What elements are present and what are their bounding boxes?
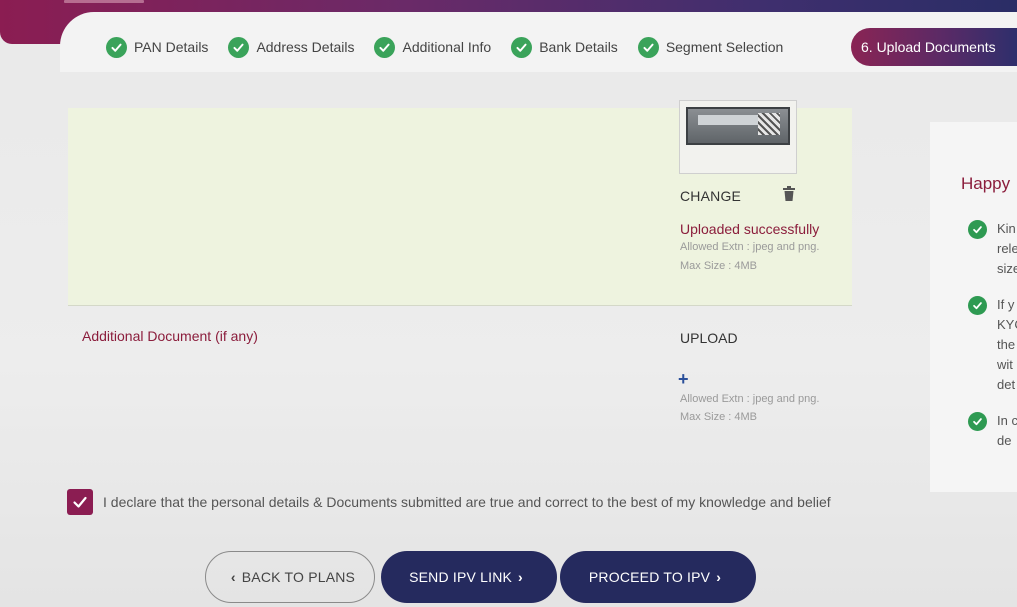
check-circle-icon xyxy=(511,36,533,58)
upload-status-text: Uploaded successfully xyxy=(680,221,820,237)
change-document-button[interactable]: CHANGE xyxy=(680,188,741,204)
uploaded-document-thumbnail[interactable] xyxy=(679,100,797,174)
check-circle-icon xyxy=(637,36,659,58)
check-circle-icon xyxy=(374,36,396,58)
check-circle-icon xyxy=(968,296,987,315)
step-upload-documents[interactable]: 6. Upload Documents xyxy=(851,28,1017,66)
allowed-extension-hint: Allowed Extn : jpeg and png. xyxy=(680,393,820,405)
plus-icon[interactable]: + xyxy=(678,370,689,388)
divider xyxy=(68,305,852,306)
check-circle-icon xyxy=(968,220,987,239)
step-pan-details[interactable]: PAN Details xyxy=(96,28,218,66)
back-button-label: BACK TO PLANS xyxy=(241,569,356,585)
document-text-band xyxy=(698,115,758,125)
chevron-right-icon: › xyxy=(716,569,722,585)
info-item-text: Kin rele size xyxy=(997,221,1017,276)
send-ipv-label: SEND IPV LINK xyxy=(409,569,513,585)
step-segment-selection[interactable]: Segment Selection xyxy=(628,28,794,66)
step-additional-info[interactable]: Additional Info xyxy=(364,28,501,66)
declaration-text: I declare that the personal details & Do… xyxy=(103,494,831,510)
step-label: PAN Details xyxy=(134,39,209,55)
step-label: Address Details xyxy=(256,39,355,55)
check-circle-icon xyxy=(968,412,987,431)
check-circle-icon xyxy=(228,36,250,58)
info-card-title: Happy xyxy=(961,174,1011,193)
document-qr-code xyxy=(758,113,780,135)
declaration-checkbox[interactable] xyxy=(67,489,93,515)
additional-document-label: Additional Document (if any) xyxy=(82,328,258,344)
step-label: 6. Upload Documents xyxy=(861,39,996,55)
proceed-label: PROCEED TO IPV xyxy=(588,569,711,585)
checkmark-icon xyxy=(73,496,87,508)
step-address-details[interactable]: Address Details xyxy=(218,28,364,66)
trash-icon[interactable] xyxy=(782,186,796,202)
allowed-extension-hint: Allowed Extn : jpeg and png. xyxy=(680,241,820,253)
chevron-left-icon: ‹ xyxy=(230,569,236,585)
brand-logo-fragment xyxy=(64,0,144,3)
max-size-hint: Max Size : 4MB xyxy=(680,260,758,272)
step-label: Additional Info xyxy=(402,39,492,55)
info-item-text: If y KYC the wit det xyxy=(997,297,1017,392)
upload-additional-button[interactable]: UPLOAD xyxy=(680,330,738,346)
step-label: Bank Details xyxy=(539,39,618,55)
step-bank-details[interactable]: Bank Details xyxy=(501,28,628,66)
proceed-to-ipv-button[interactable]: PROCEED TO IPV › xyxy=(560,551,756,603)
info-item-text: In c de xyxy=(997,413,1017,448)
info-card: Happy Kin rele size If y KYC the wit det… xyxy=(930,122,1017,492)
max-size-hint: Max Size : 4MB xyxy=(680,411,758,423)
progress-stepper: PAN Details Address Details Additional I… xyxy=(96,28,1017,66)
send-ipv-link-button[interactable]: SEND IPV LINK › xyxy=(381,551,557,603)
chevron-right-icon: › xyxy=(518,569,523,585)
check-circle-icon xyxy=(106,36,127,58)
step-label: Segment Selection xyxy=(665,39,784,55)
back-to-plans-button[interactable]: ‹ BACK TO PLANS xyxy=(205,551,375,603)
document-image xyxy=(686,107,790,145)
